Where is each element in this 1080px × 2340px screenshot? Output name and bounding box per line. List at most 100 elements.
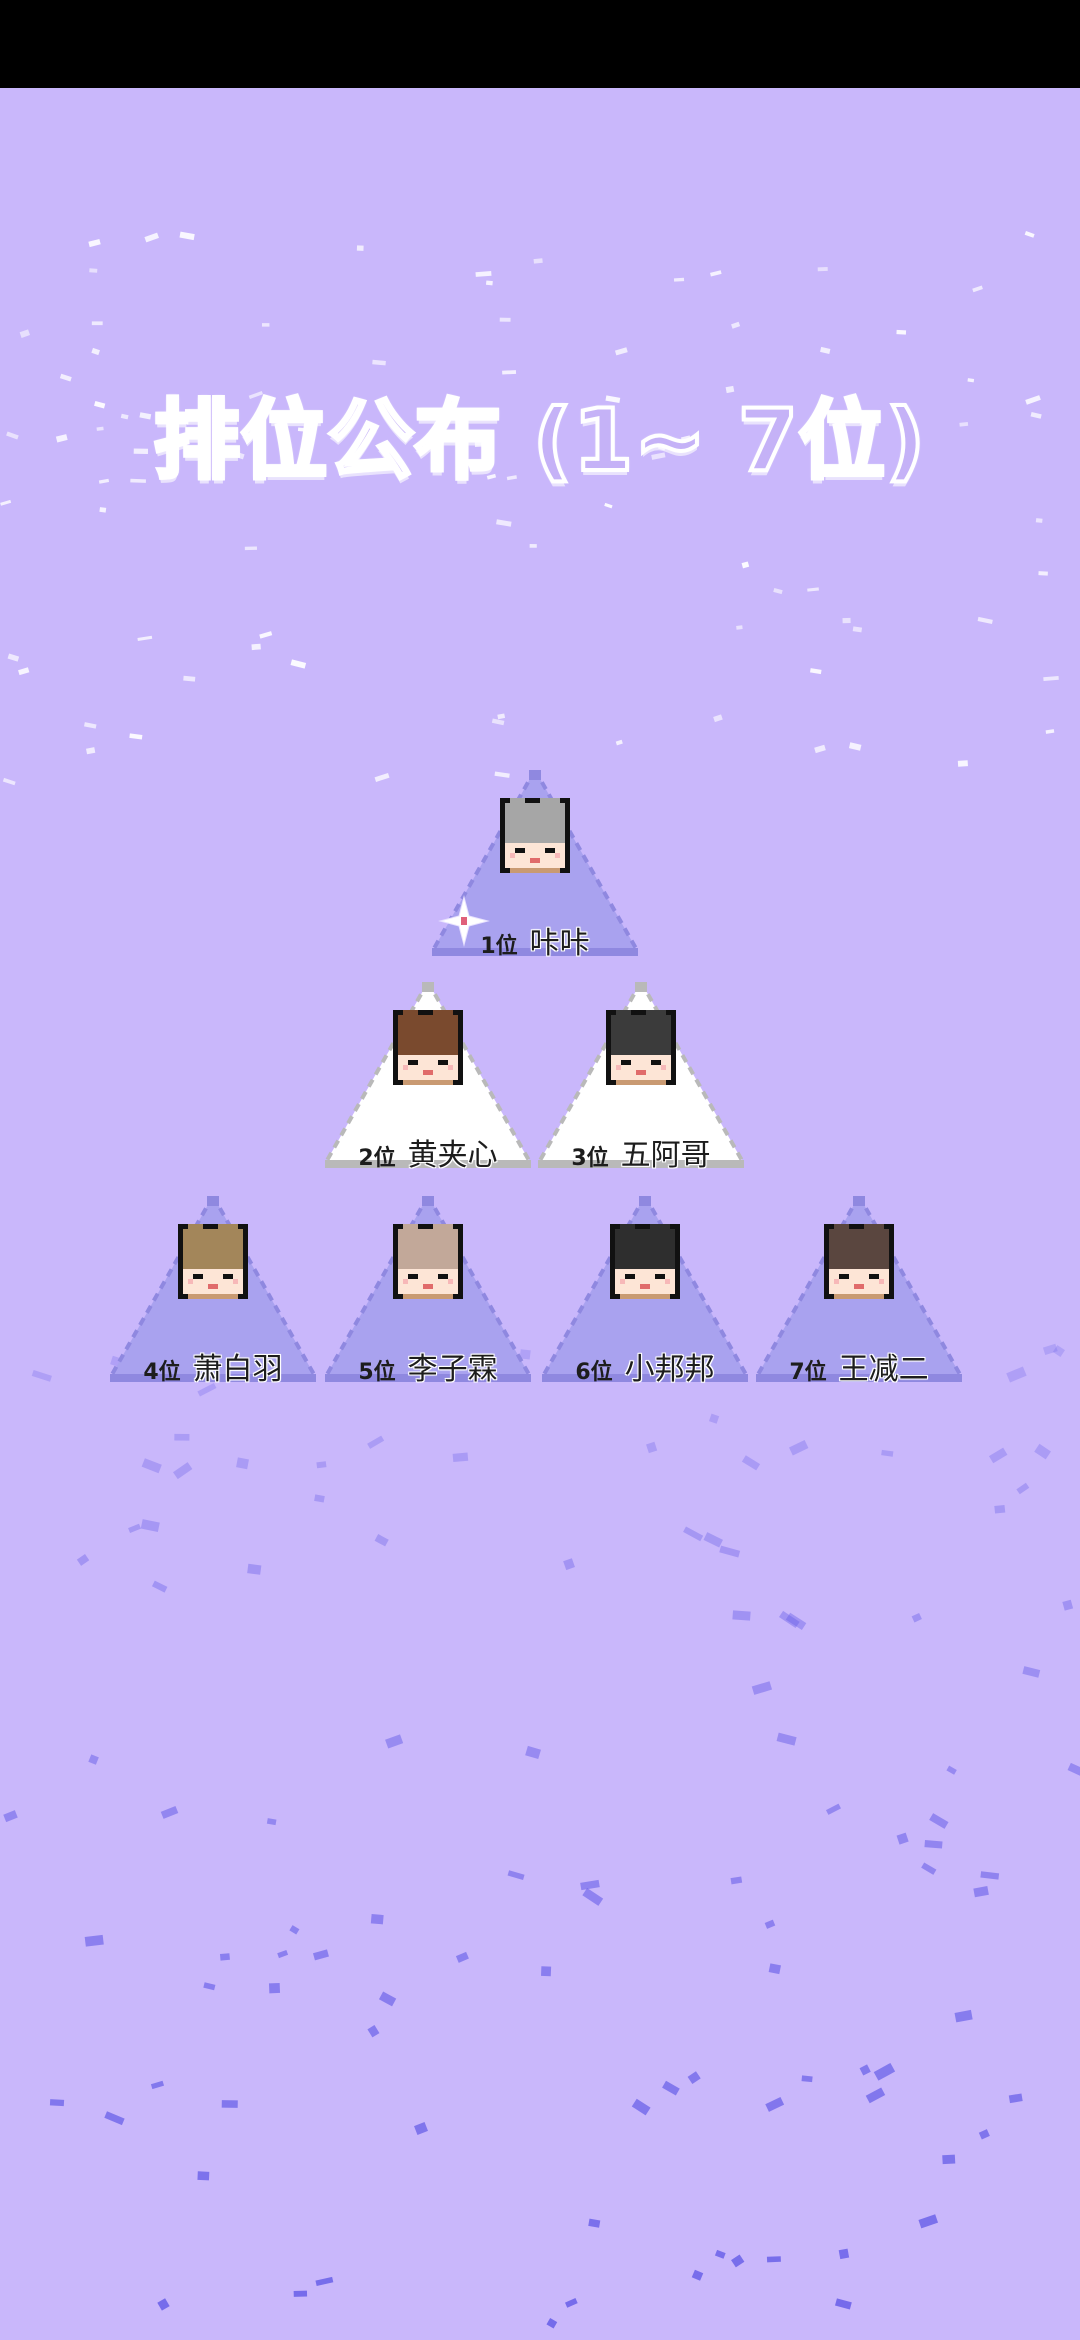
confetti-piece [1008, 2093, 1023, 2104]
confetti-piece [2, 777, 16, 786]
avatar [485, 788, 585, 888]
confetti-piece [615, 739, 623, 746]
confetti-piece [414, 2121, 428, 2135]
confetti-piece [157, 2298, 170, 2311]
confetti-piece [946, 1765, 957, 1775]
confetti-piece [203, 1982, 216, 1991]
confetti-piece [563, 1558, 575, 1571]
avatar [378, 1214, 478, 1314]
confetti-piece [496, 519, 512, 527]
avatar [591, 1000, 691, 1100]
confetti-piece [76, 1554, 90, 1566]
confetti-piece [865, 2087, 886, 2104]
confetti-piece [261, 323, 270, 327]
confetti-piece [810, 668, 822, 675]
confetti-piece [957, 760, 968, 767]
confetti-piece [99, 507, 107, 513]
confetti-piece [911, 1612, 922, 1623]
confetti-piece [160, 1805, 179, 1819]
confetti-piece [973, 1886, 989, 1898]
confetti-piece [88, 1754, 99, 1765]
confetti-piece [533, 258, 543, 264]
confetti-piece [1062, 1599, 1074, 1611]
confetti-piece [141, 1458, 162, 1474]
confetti-piece [881, 1449, 894, 1457]
rank-number: 5位 [358, 1360, 396, 1385]
confetti-piece [374, 772, 390, 782]
confetti-piece [713, 714, 723, 723]
confetti-piece [751, 1681, 773, 1695]
confetti-piece [1045, 729, 1055, 734]
confetti-piece [144, 232, 159, 243]
confetti-piece [788, 1440, 809, 1456]
confetti-piece [491, 718, 505, 726]
confetti-piece [31, 1369, 52, 1382]
confetti-piece [764, 1919, 776, 1929]
confetti-piece [929, 1813, 949, 1829]
confetti-piece [197, 2171, 210, 2181]
confetti-piece [497, 713, 506, 720]
rank-card-4: 4位 萧白羽 [110, 1196, 316, 1388]
confetti-piece [137, 635, 153, 642]
confetti-piece [687, 2071, 701, 2085]
confetti-piece [529, 544, 537, 548]
confetti-piece [499, 317, 511, 322]
confetti-piece [918, 2214, 939, 2229]
player-name: 王减二 [838, 1352, 929, 1387]
confetti-piece [972, 285, 983, 293]
confetti-piece [820, 346, 831, 354]
confetti-piece [768, 1963, 782, 1975]
player-name: 萧白羽 [192, 1352, 283, 1387]
rank-number: 6位 [575, 1360, 613, 1385]
confetti-piece [385, 1734, 404, 1749]
status-bar [0, 0, 1080, 88]
confetti-piece [896, 329, 907, 335]
confetti-piece [525, 1745, 541, 1760]
confetti-piece [455, 1951, 469, 1963]
rank-card-7: 7位 王减二 [756, 1196, 962, 1387]
confetti-piece [174, 1433, 190, 1441]
avatar [378, 1000, 478, 1100]
rank-label: 4位 萧白羽 [110, 1344, 316, 1388]
confetti-piece [873, 2062, 896, 2081]
confetti-piece [244, 546, 257, 551]
rank-label: 5位 李子霖 [325, 1344, 531, 1388]
avatar [595, 1214, 695, 1314]
confetti-piece [221, 2100, 238, 2108]
confetti-piece [942, 2154, 956, 2165]
confetti-piece [994, 1504, 1006, 1514]
confetti-piece [766, 2256, 781, 2263]
confetti-piece [18, 667, 30, 676]
confetti-piece [646, 1441, 658, 1454]
confetti-piece [129, 733, 143, 740]
confetti-piece [475, 271, 492, 277]
confetti-piece [1035, 518, 1043, 523]
confetti-piece [848, 742, 862, 751]
confetti-piece [1006, 1366, 1027, 1383]
confetti-piece [3, 1810, 18, 1823]
confetti-piece [588, 2218, 601, 2228]
confetti-piece [1052, 1345, 1065, 1357]
confetti-piece [719, 1545, 741, 1558]
confetti-piece [1024, 231, 1035, 238]
confetti-piece [776, 1732, 797, 1746]
confetti-piece [741, 1455, 761, 1471]
confetti-piece [378, 1991, 397, 2007]
confetti-piece [367, 1435, 385, 1449]
confetti-piece [1022, 1666, 1041, 1678]
confetti-piece [219, 1953, 230, 1961]
confetti-piece [312, 1949, 329, 1961]
confetti-piece [173, 1462, 193, 1480]
confetti-piece [290, 659, 307, 669]
avatar [809, 1214, 909, 1314]
confetti-piece [507, 1870, 525, 1881]
confetti-piece [714, 2249, 726, 2259]
confetti-piece [374, 1534, 389, 1547]
player-name: 五阿哥 [620, 1138, 711, 1173]
confetti-piece [128, 1523, 141, 1534]
confetti-piece [703, 1532, 723, 1548]
confetti-piece [370, 1914, 384, 1925]
rank-label: 3位 五阿哥 [538, 1130, 744, 1174]
confetti-piece [0, 499, 12, 506]
confetti-piece [614, 347, 628, 356]
